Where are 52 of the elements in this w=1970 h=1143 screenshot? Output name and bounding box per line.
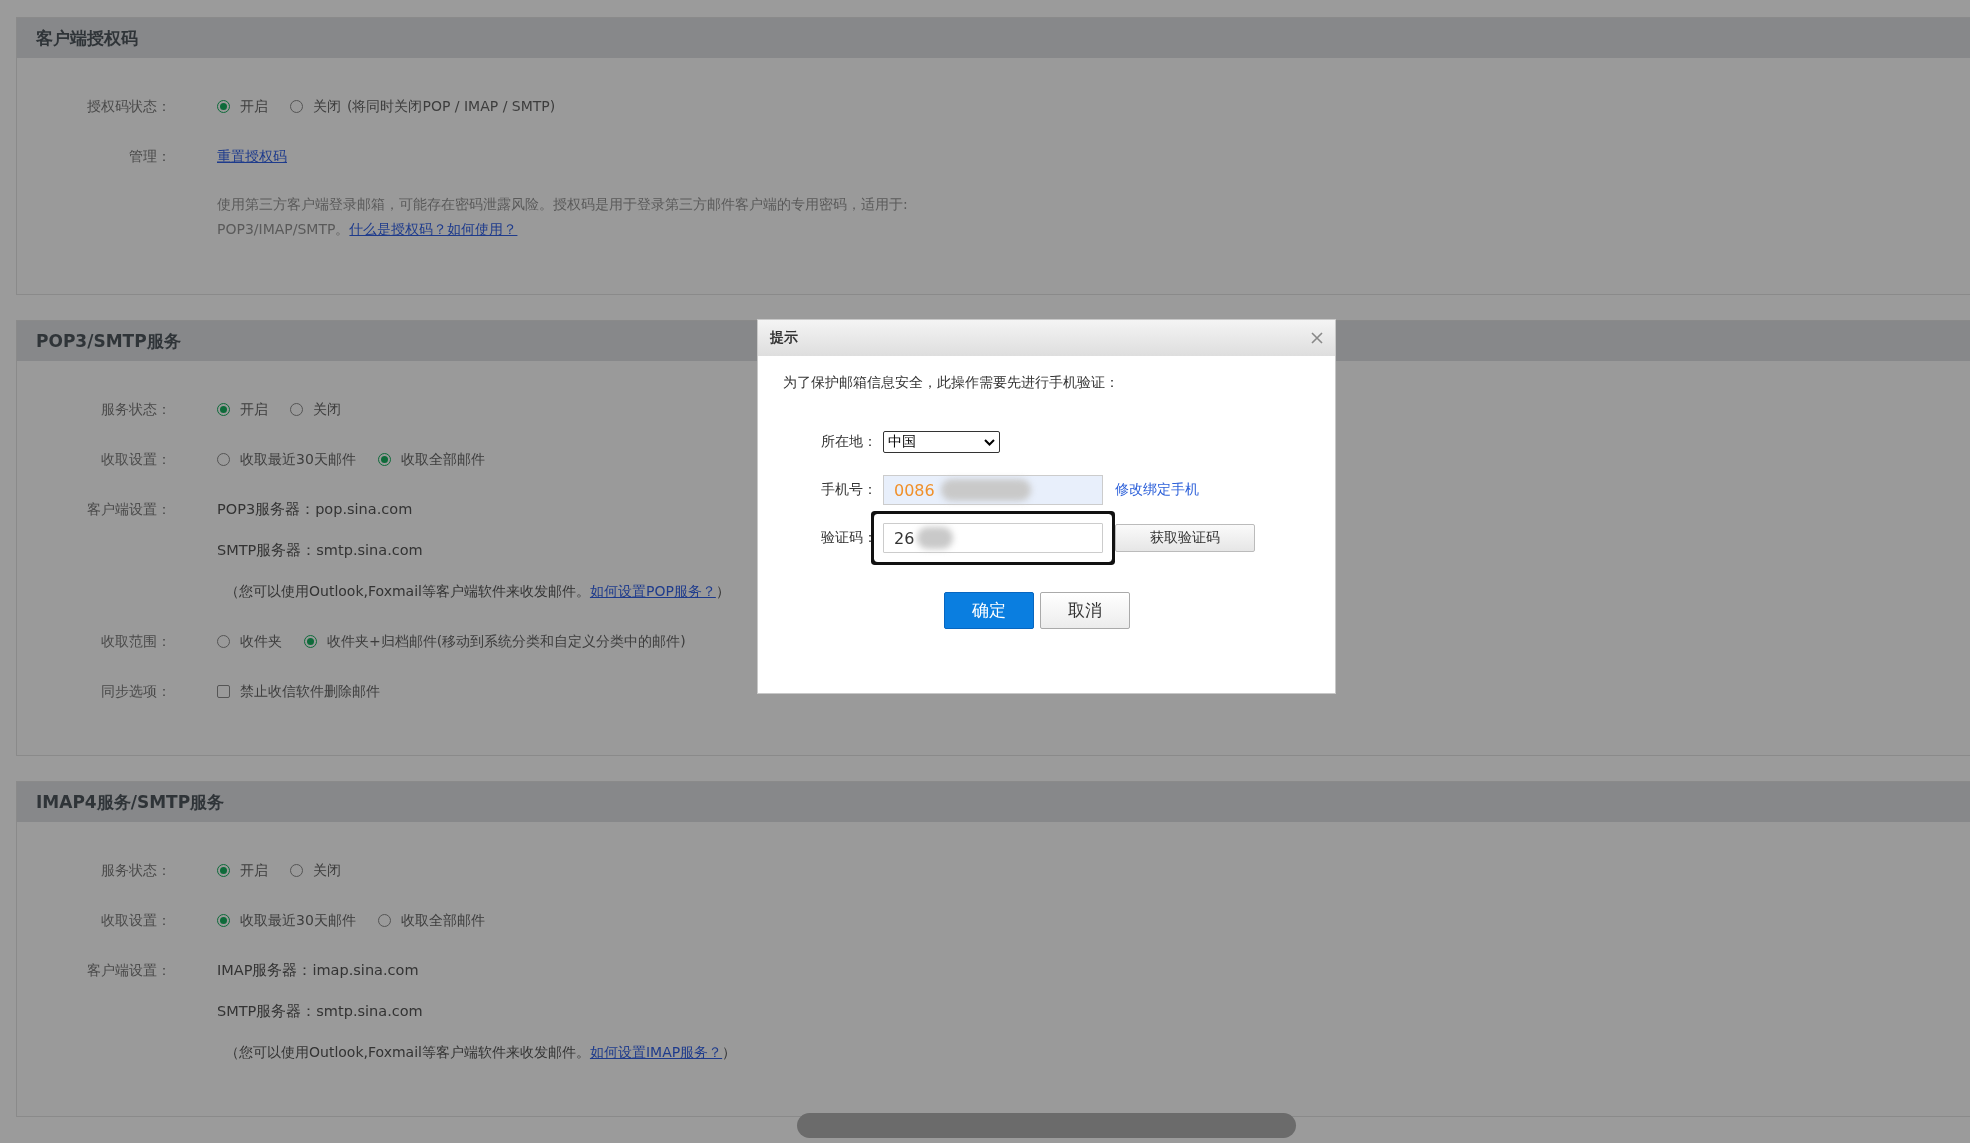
- dialog-message: 为了保护邮箱信息安全，此操作需要先进行手机验证：: [783, 374, 1120, 392]
- option-label: 收件夹+归档邮件(移动到系统分类和自定义分类中的邮件): [327, 632, 686, 651]
- client-note: （您可以使用Outlook,Foxmail等客户端软件来收发邮件。如何设置IMAP服务？）: [225, 1043, 737, 1062]
- section-title: 客户端授权码: [17, 18, 1970, 58]
- option-label: 开启: [240, 400, 268, 419]
- server-info: SMTP服务器：smtp.sina.com: [217, 541, 423, 560]
- cancel-button[interactable]: 取消: [1039, 592, 1130, 629]
- option-label: 收取最近30天邮件: [240, 911, 356, 930]
- confirm-button[interactable]: 确定: [943, 592, 1034, 629]
- code-field[interactable]: 26: [883, 523, 1103, 553]
- option-label: 收取全部邮件: [400, 911, 485, 930]
- server-info: IMAP服务器：imap.sina.com: [217, 961, 419, 980]
- field-label: 客户端设置：: [86, 500, 171, 519]
- option-note: (将同时关闭POP / IMAP / SMTP): [347, 97, 556, 116]
- help-link[interactable]: 什么是授权码？如何使用？: [349, 221, 518, 237]
- server-info: SMTP服务器：smtp.sina.com: [217, 1002, 423, 1021]
- field-label: 所在地：: [820, 433, 878, 451]
- reset-link[interactable]: 重置授权码: [217, 144, 287, 168]
- field-label: 服务状态：: [100, 400, 171, 419]
- field-label: 验证码：: [820, 529, 878, 547]
- field-label: 收取设置：: [100, 450, 171, 469]
- field-label: 手机号：: [820, 481, 878, 499]
- checkbox[interactable]: [217, 684, 230, 698]
- redaction-blur: [917, 527, 953, 549]
- help-link[interactable]: 如何设置IMAP服务？: [589, 1044, 723, 1060]
- field-label: 收取设置：: [100, 911, 171, 930]
- option-label: 开启: [240, 97, 268, 116]
- option-label: 关闭: [313, 400, 341, 419]
- help-link[interactable]: 如何设置POP服务？: [589, 583, 716, 599]
- change-phone-link[interactable]: 修改绑定手机: [1115, 481, 1199, 499]
- option-label: 关闭: [313, 97, 341, 116]
- field-label: 管理：: [128, 147, 171, 166]
- field-label: 收取范围：: [100, 632, 171, 651]
- option-label: 关闭: [313, 861, 341, 880]
- close-icon[interactable]: [1311, 332, 1323, 344]
- location-select[interactable]: 中国: [883, 431, 1000, 453]
- field-label: 服务状态：: [100, 861, 171, 880]
- dialog-title: 提示: [770, 329, 798, 347]
- field-label: 客户端设置：: [86, 961, 171, 980]
- option-label: 收件夹: [240, 632, 282, 651]
- get-code-button[interactable]: 获取验证码: [1115, 524, 1255, 552]
- field-label: 授权码状态：: [86, 97, 171, 116]
- option-label: 收取最近30天邮件: [240, 450, 356, 469]
- chevron-icon: [984, 438, 995, 446]
- option-label: 开启: [240, 861, 268, 880]
- field-label: 同步选项：: [100, 682, 171, 701]
- client-note: （您可以使用Outlook,Foxmail等客户端软件来收发邮件。如何设置POP服务？）: [225, 582, 730, 601]
- server-info: POP3服务器：pop.sina.com: [217, 500, 413, 519]
- scrollbar-thumb[interactable]: [797, 1113, 1296, 1138]
- section-title: IMAP4服务/SMTP服务: [17, 782, 1970, 822]
- option-label: 收取全部邮件: [400, 450, 485, 469]
- option-label: 禁止收信软件删除邮件: [240, 682, 380, 701]
